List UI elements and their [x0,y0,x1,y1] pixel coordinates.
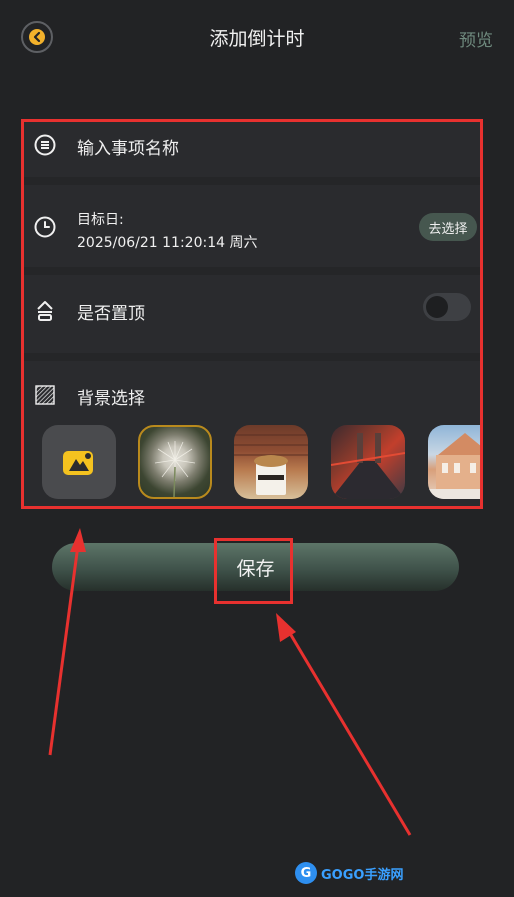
annotation-arrows [48,528,412,836]
annotation-arrow-left [48,528,86,756]
annotation-arrow-right [276,613,412,836]
watermark-text: GOGO手游网 [321,867,404,883]
watermark-logo-icon: G [295,862,317,884]
watermark: G GOGO手游网 [295,862,403,884]
